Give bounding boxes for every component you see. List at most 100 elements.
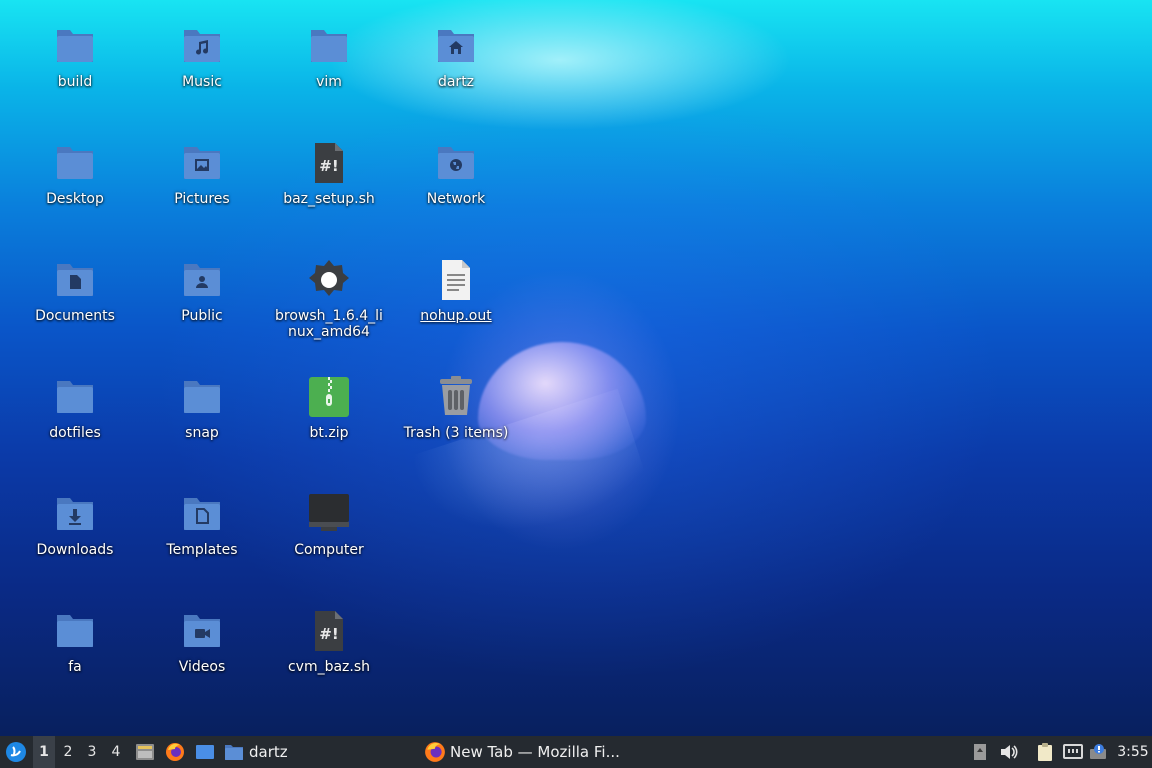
desktop-icon-desktop[interactable]: Desktop xyxy=(25,141,125,207)
desktop-icon-network[interactable]: Network xyxy=(406,141,506,207)
icon-label: Trash (3 items) xyxy=(403,425,509,441)
desktop-icon-templates[interactable]: Templates xyxy=(152,492,252,558)
start-menu-button[interactable] xyxy=(0,736,32,768)
firefox-icon xyxy=(166,743,184,761)
icon-label: Computer xyxy=(294,542,364,558)
folder-icon xyxy=(180,375,224,419)
desktop-icon-trash[interactable]: Trash (3 items) xyxy=(404,375,508,441)
shell-script-icon: #! xyxy=(307,141,351,185)
executable-gear-icon xyxy=(307,258,351,302)
task-firefox[interactable]: New Tab — Mozilla Fi... xyxy=(424,736,644,768)
desktop-icon-documents[interactable]: Documents xyxy=(25,258,125,324)
trash-icon xyxy=(434,375,478,419)
pictures-folder-icon xyxy=(180,141,224,185)
videos-folder-icon xyxy=(180,609,224,653)
desktop-icon xyxy=(196,745,214,759)
desktop-icon-bt-zip[interactable]: bt.zip xyxy=(279,375,379,441)
network-folder-icon xyxy=(434,141,478,185)
workspace-1[interactable]: 1 xyxy=(33,736,55,768)
public-folder-icon xyxy=(180,258,224,302)
workspace-4[interactable]: 4 xyxy=(105,736,127,768)
removable-media-icon xyxy=(974,744,986,760)
lubuntu-logo-icon xyxy=(6,742,26,762)
icon-label: browsh_1.6.4_linux_amd64 xyxy=(275,308,383,340)
clock-label: 3:55 xyxy=(1117,744,1149,760)
text-file-icon xyxy=(434,258,478,302)
tray-eject-button[interactable] xyxy=(970,736,990,768)
icon-label: Downloads xyxy=(36,542,114,558)
icon-label: fa xyxy=(68,659,82,675)
downloads-folder-icon xyxy=(53,492,97,536)
folder-icon xyxy=(53,24,97,68)
tray-network-button[interactable] xyxy=(1060,736,1086,768)
workspace-3[interactable]: 3 xyxy=(81,736,103,768)
home-folder-icon xyxy=(434,24,478,68)
icon-label: snap xyxy=(185,425,219,441)
folder-icon xyxy=(307,24,351,68)
icon-label: Pictures xyxy=(174,191,230,207)
desktop-icon-baz-setup[interactable]: #! baz_setup.sh xyxy=(279,141,379,207)
zip-archive-icon xyxy=(307,375,351,419)
templates-folder-icon xyxy=(180,492,224,536)
icon-label: Desktop xyxy=(46,191,104,207)
desktop-icon-videos[interactable]: Videos xyxy=(152,609,252,675)
folder-icon xyxy=(53,141,97,185)
firefox-icon xyxy=(425,742,445,762)
icon-label: build xyxy=(57,74,93,90)
desktop-icon-browsh[interactable]: browsh_1.6.4_linux_amd64 xyxy=(275,258,383,340)
desktop-icon-build[interactable]: build xyxy=(25,24,125,90)
icon-label: cvm_baz.sh xyxy=(287,659,371,675)
file-manager-icon xyxy=(136,744,154,760)
desktop-icon-music[interactable]: Music xyxy=(152,24,252,90)
desktop-icon-nohup[interactable]: nohup.out xyxy=(406,258,506,324)
shell-script-icon: #! xyxy=(307,609,351,653)
documents-folder-icon xyxy=(53,258,97,302)
task-label: New Tab — Mozilla Fi... xyxy=(450,743,620,761)
task-label: dartz xyxy=(249,743,288,761)
desktop-icon-computer[interactable]: Computer xyxy=(279,492,379,558)
taskbar: 1 2 3 4 dartz New Tab — Mozilla Fi... 3:… xyxy=(0,736,1152,768)
icon-label: vim xyxy=(316,74,342,90)
folder-icon xyxy=(225,745,243,760)
desktop-icon-downloads[interactable]: Downloads xyxy=(25,492,125,558)
desktop-background: build Desktop Documents dotfiles Downloa… xyxy=(0,0,1152,736)
icon-label: Documents xyxy=(35,308,115,324)
network-icon xyxy=(1063,744,1083,759)
icon-label: bt.zip xyxy=(309,425,349,441)
music-folder-icon xyxy=(180,24,224,68)
icon-label: Public xyxy=(181,308,223,324)
icon-label: dartz xyxy=(437,74,475,90)
icon-label: dotfiles xyxy=(49,425,101,441)
volume-icon xyxy=(1001,745,1018,759)
computer-icon xyxy=(307,492,351,536)
tray-volume-button[interactable] xyxy=(996,736,1022,768)
icon-label: Templates xyxy=(166,542,238,558)
icon-label: Videos xyxy=(178,659,226,675)
tray-clipboard-button[interactable] xyxy=(1032,736,1058,768)
icon-label: nohup.out xyxy=(420,308,492,324)
show-desktop-button[interactable] xyxy=(192,736,218,768)
icon-label: baz_setup.sh xyxy=(283,191,375,207)
clipboard-icon xyxy=(1038,743,1052,761)
desktop-icon-cvm-baz[interactable]: #! cvm_baz.sh xyxy=(279,609,379,675)
desktop-icon-public[interactable]: Public xyxy=(152,258,252,324)
desktop-icon-vim[interactable]: vim xyxy=(279,24,379,90)
file-manager-launcher[interactable] xyxy=(132,736,158,768)
update-notifier-icon xyxy=(1090,744,1106,759)
folder-icon xyxy=(53,375,97,419)
tray-updates-button[interactable] xyxy=(1086,736,1112,768)
icon-label: Music xyxy=(182,74,222,90)
desktop-icon-fa[interactable]: fa xyxy=(25,609,125,675)
svg-text:#!: #! xyxy=(319,157,338,175)
workspace-2[interactable]: 2 xyxy=(57,736,79,768)
svg-text:#!: #! xyxy=(319,625,338,643)
desktop-icon-pictures[interactable]: Pictures xyxy=(152,141,252,207)
firefox-launcher[interactable] xyxy=(162,736,188,768)
desktop-icon-snap[interactable]: snap xyxy=(152,375,252,441)
task-dartz[interactable]: dartz xyxy=(224,736,404,768)
folder-icon xyxy=(53,609,97,653)
clock[interactable]: 3:55 xyxy=(1114,736,1152,768)
desktop-icon-dotfiles[interactable]: dotfiles xyxy=(25,375,125,441)
desktop-icon-dartz[interactable]: dartz xyxy=(406,24,506,90)
icon-label: Network xyxy=(426,191,486,207)
